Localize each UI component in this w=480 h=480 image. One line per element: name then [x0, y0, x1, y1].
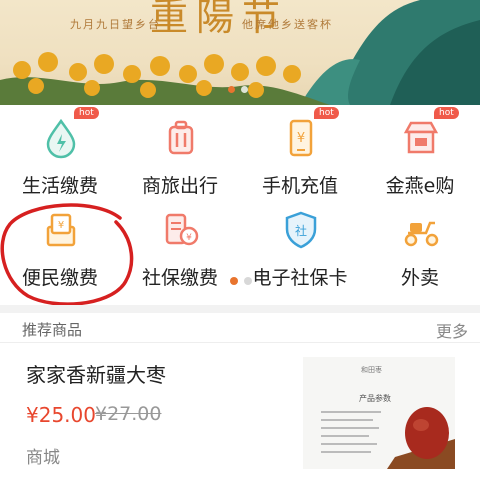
svg-text:¥: ¥ — [297, 131, 305, 146]
recommend-title: 推荐商品 — [22, 321, 83, 339]
recommend-header: 推荐商品 更多 — [0, 305, 480, 343]
banner-dot-active — [228, 86, 235, 93]
service-business-travel[interactable]: 商旅出行 — [120, 105, 240, 197]
promo-banner[interactable]: 重陽节 九月九日望乡台 他席他乡送客杯 — [0, 0, 480, 105]
svg-text:社: 社 — [295, 223, 307, 238]
card-icon: ¥ — [165, 213, 199, 246]
water-drop-icon — [46, 118, 76, 159]
suitcase-icon — [168, 120, 194, 155]
hot-badge: hot — [74, 107, 99, 119]
annotation-circle — [0, 203, 134, 306]
shield-icon: 社 — [285, 211, 317, 249]
service-label: 金燕e购 — [385, 175, 455, 197]
product-old-price: ¥27.00 — [95, 403, 162, 425]
shop-icon — [403, 121, 439, 154]
hot-badge: hot — [434, 107, 459, 119]
service-food-delivery[interactable]: 外卖 — [360, 197, 480, 289]
banner-subtitle-right: 他席他乡送客杯 — [242, 18, 333, 31]
grid-dot — [244, 277, 252, 285]
service-label: 手机充值 — [261, 175, 338, 197]
product-card[interactable]: 家家香新疆大枣 ¥25.00 ¥27.00 商城 和田枣 产品参数 — [0, 343, 480, 480]
product-name: 家家香新疆大枣 — [26, 363, 166, 387]
service-jinyan-eshop[interactable]: hot 金燕e购 — [360, 105, 480, 197]
more-link[interactable]: 更多 — [436, 318, 468, 342]
service-mobile-topup[interactable]: ¥ hot 手机充值 — [240, 105, 360, 197]
product-thumbnail: 和田枣 产品参数 — [303, 357, 455, 469]
scooter-icon — [404, 221, 439, 247]
service-label: 生活缴费 — [21, 175, 98, 197]
product-shop: 商城 — [26, 448, 60, 468]
service-label: 电子社保卡 — [252, 267, 348, 289]
service-label: 商旅出行 — [141, 175, 218, 197]
svg-text:¥: ¥ — [186, 233, 192, 243]
product-price: ¥25.00 — [26, 403, 96, 427]
banner-subtitle-left: 九月九日望乡台 — [70, 18, 161, 31]
service-living-payment[interactable]: hot 生活缴费 — [0, 105, 120, 197]
hot-badge: hot — [314, 107, 339, 119]
banner-dot — [241, 86, 248, 93]
service-label: 外卖 — [400, 267, 439, 289]
banner-pagination — [228, 86, 248, 93]
service-e-social-card[interactable]: 社 电子社保卡 — [240, 197, 360, 289]
grid-pagination — [230, 277, 252, 285]
phone-icon: ¥ — [289, 119, 313, 157]
jujube-image — [387, 407, 455, 469]
grid-dot-active — [230, 277, 238, 285]
